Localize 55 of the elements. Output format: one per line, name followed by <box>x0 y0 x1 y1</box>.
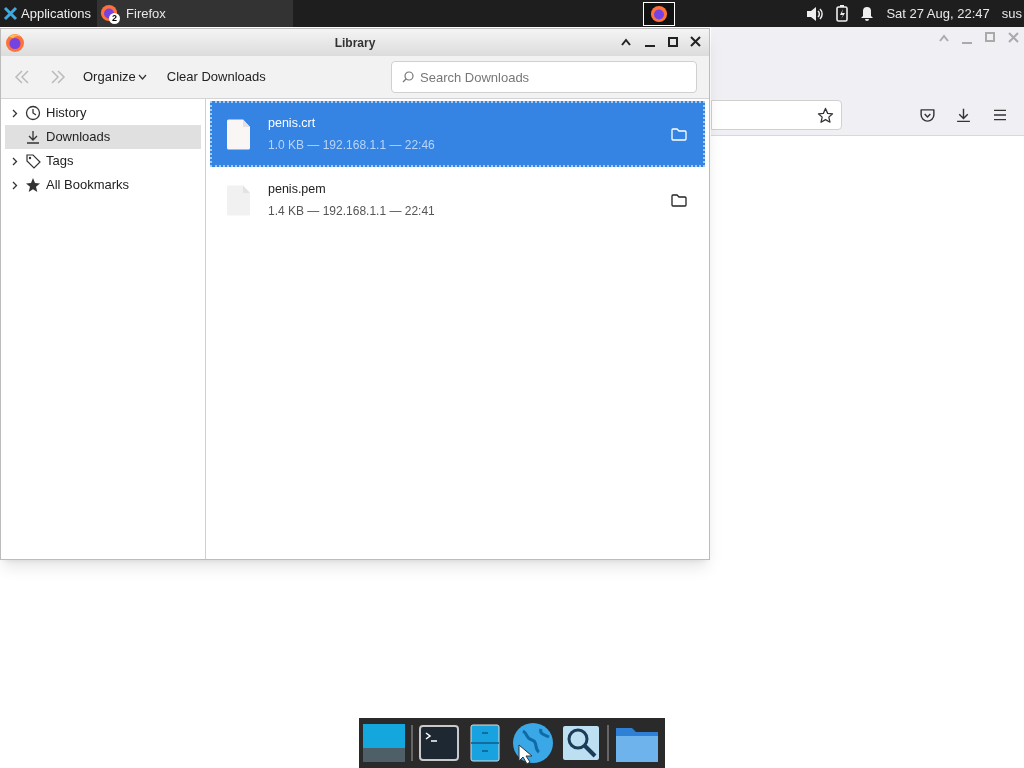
desktop-icon[interactable] <box>363 722 405 764</box>
search-field[interactable]: Search Downloads <box>391 61 697 93</box>
folder-icon[interactable] <box>671 193 687 207</box>
expand-chevron-icon[interactable] <box>12 156 18 166</box>
user-name[interactable]: sus <box>1001 3 1022 24</box>
applications-icon[interactable] <box>3 6 18 21</box>
file-name: penis.crt <box>268 115 317 133</box>
clock-icon <box>25 105 41 121</box>
download-row[interactable]: penis.pem 1.4 KB — 192.168.1.1 — 22:41 <box>210 167 705 233</box>
taskbar-label: Firefox <box>126 4 166 23</box>
star-icon[interactable] <box>817 107 834 124</box>
terminal-icon[interactable] <box>419 723 459 763</box>
file-details: 1.0 KB — 192.168.1.1 — 22:46 <box>268 136 435 154</box>
bell-icon[interactable] <box>860 5 875 22</box>
menu-icon[interactable] <box>992 107 1008 123</box>
sidebar-label: Tags <box>46 152 74 171</box>
globe-icon[interactable] <box>511 721 555 765</box>
clock[interactable]: Sat 27 Aug, 22:47 <box>886 3 990 24</box>
maximize-icon[interactable] <box>668 36 678 47</box>
url-field[interactable] <box>711 100 842 130</box>
firefox-icon <box>650 4 669 23</box>
download-icon[interactable] <box>955 106 972 124</box>
file-icon <box>226 184 251 216</box>
sidebar-item[interactable]: History <box>5 101 201 125</box>
search-icon <box>402 71 414 83</box>
download-icon <box>25 129 41 145</box>
expand-chevron-icon[interactable] <box>12 180 18 190</box>
close-icon[interactable] <box>690 36 701 47</box>
sidebar-item[interactable]: All Bookmarks <box>5 173 201 197</box>
file-icon <box>226 118 251 150</box>
sidebar-label: Downloads <box>46 128 111 147</box>
count-badge: 2 <box>109 12 121 24</box>
workspace-thumbnail[interactable] <box>643 1 676 26</box>
shade-icon[interactable] <box>620 36 632 47</box>
volume-icon[interactable] <box>806 5 825 22</box>
file-details: 1.4 KB — 192.168.1.1 — 22:41 <box>268 202 435 220</box>
sidebar-item[interactable]: Downloads <box>5 125 201 149</box>
sidebar-label: All Bookmarks <box>46 176 130 195</box>
pocket-icon[interactable] <box>919 107 936 124</box>
firefox-icon <box>5 33 25 53</box>
file-name: penis.pem <box>268 181 327 199</box>
clear-downloads-button[interactable]: Clear Downloads <box>166 67 266 87</box>
caret-icon <box>137 74 147 80</box>
taskbar-button[interactable]: 2 Firefox <box>97 0 294 27</box>
battery-icon[interactable] <box>836 5 849 22</box>
window-title: Library <box>334 34 376 52</box>
organize-menu-button[interactable]: Organize <box>83 67 147 87</box>
download-row[interactable]: penis.crt 1.0 KB — 192.168.1.1 — 22:46 <box>210 101 705 167</box>
sidebar-label: History <box>46 104 87 123</box>
expand-chevron-icon[interactable] <box>12 108 18 118</box>
applications-menu-button[interactable]: Applications <box>21 3 92 24</box>
sidebar-item[interactable]: Tags <box>5 149 201 173</box>
tag-icon <box>25 153 41 169</box>
search-tool-icon[interactable] <box>561 723 601 763</box>
star-icon <box>25 177 41 193</box>
